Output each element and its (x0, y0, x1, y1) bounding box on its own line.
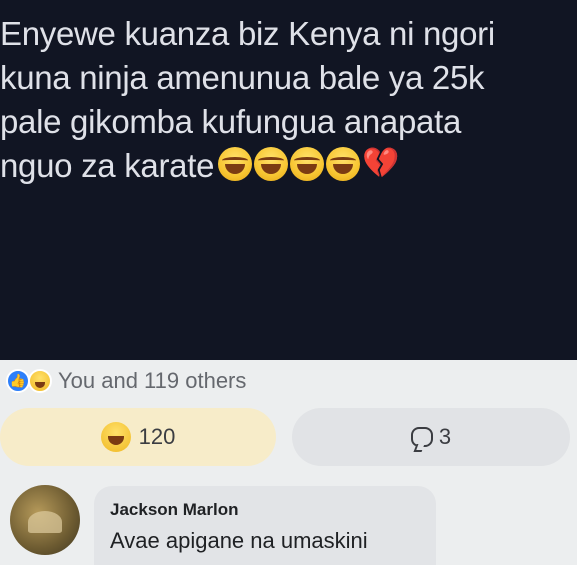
laughing-tears-icon (254, 147, 289, 181)
comment-count: 3 (438, 424, 452, 449)
comment-text: Avae apigane na umaskini (110, 528, 368, 553)
comment-bubble: Jackson Marlon Avae apigane na umaskini (94, 486, 436, 565)
reaction-summary[interactable]: 👍 You and 119 others (6, 368, 246, 394)
post-emoji-row: 💔 (218, 147, 399, 181)
broken-heart-icon: 💔 (362, 146, 400, 181)
laughing-tears-icon (218, 147, 253, 181)
comment-icon (410, 427, 433, 447)
avatar[interactable] (10, 485, 80, 555)
post-card: Enyewe kuanza biz Kenya ni ngori kuna ni… (0, 0, 577, 360)
haha-icon (100, 422, 131, 452)
haha-count: 120 (138, 424, 176, 449)
laughing-tears-icon (290, 147, 325, 181)
haha-icon (28, 369, 52, 393)
post-text: Enyewe kuanza biz Kenya ni ngori kuna ni… (0, 12, 577, 188)
reaction-summary-text: You and 119 others (58, 368, 247, 393)
comment-button[interactable]: 3 (292, 408, 570, 466)
laughing-tears-icon (326, 147, 361, 181)
comment-author[interactable]: Jackson Marlon (110, 500, 420, 520)
like-icon: 👍 (6, 369, 30, 393)
haha-reaction-button[interactable]: 120 (0, 408, 276, 466)
